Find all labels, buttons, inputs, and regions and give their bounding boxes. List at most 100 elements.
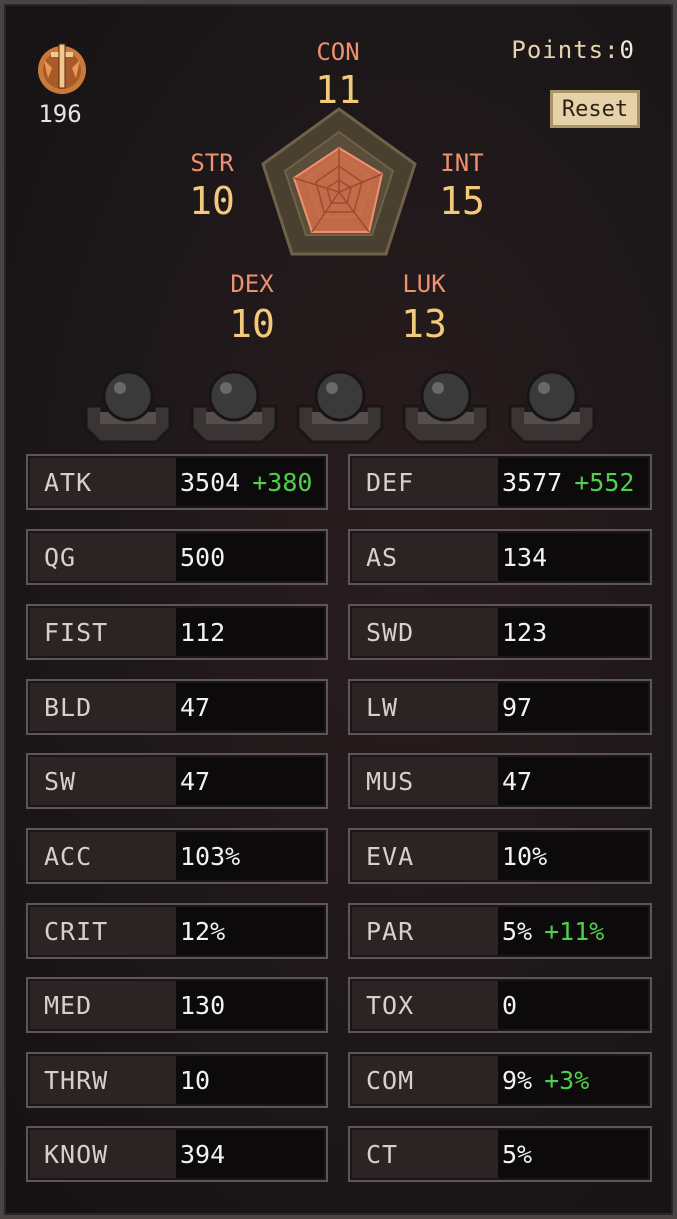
- stat-value-cell: 3504 +380: [176, 458, 324, 506]
- stat-row-ct: CT 5%: [348, 1126, 652, 1182]
- stat-value: 10: [180, 1065, 211, 1095]
- stat-row-thrw: THRW 10: [26, 1052, 328, 1108]
- attr-str-value: 10: [189, 179, 235, 223]
- orb-slot-icon[interactable]: [188, 362, 280, 446]
- stat-value: 103%: [180, 841, 241, 871]
- stat-row-atk: ATK 3504 +380: [26, 454, 328, 510]
- stat-row-bld: BLD 47: [26, 679, 328, 735]
- stat-value: 500: [180, 542, 226, 572]
- stat-label: DEF: [366, 467, 415, 497]
- stat-label: LW: [366, 692, 399, 722]
- stat-value-cell: 47: [176, 757, 324, 805]
- stat-value: 97: [502, 692, 533, 722]
- stat-value: 3504: [180, 467, 241, 497]
- stat-value: 112: [180, 617, 226, 647]
- stat-value: 394: [180, 1139, 226, 1169]
- reset-button[interactable]: Reset: [550, 90, 640, 128]
- stat-value: 47: [180, 692, 211, 722]
- attr-dex-label: DEX: [230, 270, 274, 298]
- stat-value-cell: 500: [176, 533, 324, 581]
- stat-value: 12%: [180, 916, 226, 946]
- stat-label: SW: [44, 766, 77, 796]
- stat-row-tox: TOX 0: [348, 977, 652, 1033]
- stat-value-cell: 3577 +552: [498, 458, 648, 506]
- stat-label: MUS: [366, 766, 415, 796]
- stat-value-cell: 47: [176, 683, 324, 731]
- stat-label: EVA: [366, 841, 415, 871]
- stat-value-cell: 5%: [498, 1130, 648, 1178]
- stat-value: 0: [502, 990, 518, 1020]
- attr-int-value: 15: [439, 179, 485, 223]
- stat-value-cell: 47: [498, 757, 648, 805]
- stat-value-cell: 130: [176, 981, 324, 1029]
- stat-row-com: COM 9% +3%: [348, 1052, 652, 1108]
- stat-value-cell: 97: [498, 683, 648, 731]
- stat-value-cell: 134: [498, 533, 648, 581]
- stat-row-as: AS 134: [348, 529, 652, 585]
- stat-label: KNOW: [44, 1139, 109, 1169]
- stat-label: MED: [44, 990, 93, 1020]
- points-label: Points:: [511, 36, 620, 64]
- attr-dex-value: 10: [229, 302, 275, 346]
- stat-row-def: DEF 3577 +552: [348, 454, 652, 510]
- stat-row-fist: FIST 112: [26, 604, 328, 660]
- stat-value: 3577: [502, 467, 563, 497]
- stat-row-crit: CRIT 12%: [26, 903, 328, 959]
- stat-value-cell: 12%: [176, 907, 324, 955]
- character-stats-panel: 196 Points:0 Reset CON 11 STR 10 INT 15 …: [0, 0, 677, 1219]
- stat-label: CRIT: [44, 916, 109, 946]
- stat-value-cell: 9% +3%: [498, 1056, 648, 1104]
- stat-value: 5%: [502, 1139, 533, 1169]
- stat-label: ATK: [44, 467, 93, 497]
- stat-row-qg: QG 500: [26, 529, 328, 585]
- stat-row-par: PAR 5% +11%: [348, 903, 652, 959]
- stat-row-sw: SW 47: [26, 753, 328, 809]
- orb-slot-icon[interactable]: [82, 362, 174, 446]
- stat-label: SWD: [366, 617, 415, 647]
- stat-label: THRW: [44, 1065, 109, 1095]
- points-display: Points:0: [511, 36, 635, 64]
- stat-value: 5%: [502, 916, 533, 946]
- stat-value: 47: [502, 766, 533, 796]
- character-level: 196: [38, 100, 82, 128]
- stat-label: CT: [366, 1139, 399, 1169]
- stat-row-swd: SWD 123: [348, 604, 652, 660]
- stat-value: 9%: [502, 1065, 533, 1095]
- attr-con-label: CON: [316, 38, 360, 66]
- stat-value: 130: [180, 990, 226, 1020]
- attr-str-label: STR: [190, 149, 234, 177]
- stat-value-cell: 123: [498, 608, 648, 656]
- attribute-radar-chart: [261, 107, 417, 256]
- stat-row-acc: ACC 103%: [26, 828, 328, 884]
- stat-bonus: +552: [574, 467, 635, 497]
- stat-value-cell: 10%: [498, 832, 648, 880]
- points-value: 0: [619, 36, 635, 64]
- orb-slot-icon[interactable]: [506, 362, 598, 446]
- stat-label: TOX: [366, 990, 415, 1020]
- attr-luk-label: LUK: [402, 270, 446, 298]
- stat-row-mus: MUS 47: [348, 753, 652, 809]
- stat-label: COM: [366, 1065, 415, 1095]
- stat-row-know: KNOW 394: [26, 1126, 328, 1182]
- stat-row-lw: LW 97: [348, 679, 652, 735]
- stat-row-med: MED 130: [26, 977, 328, 1033]
- stat-bonus: +3%: [544, 1065, 590, 1095]
- stat-value-cell: 394: [176, 1130, 324, 1178]
- stat-value-cell: 10: [176, 1056, 324, 1104]
- stat-value-cell: 103%: [176, 832, 324, 880]
- stat-label: PAR: [366, 916, 415, 946]
- stat-label: ACC: [44, 841, 93, 871]
- stat-value: 10%: [502, 841, 548, 871]
- attr-int-label: INT: [440, 149, 484, 177]
- stat-value: 123: [502, 617, 548, 647]
- stat-bonus: +11%: [544, 916, 605, 946]
- orb-slot-icon[interactable]: [294, 362, 386, 446]
- stat-label: QG: [44, 542, 77, 572]
- orb-slot-icon[interactable]: [400, 362, 492, 446]
- stat-value: 47: [180, 766, 211, 796]
- stat-bonus: +380: [252, 467, 313, 497]
- stat-label: AS: [366, 542, 399, 572]
- stat-value-cell: 5% +11%: [498, 907, 648, 955]
- stat-label: BLD: [44, 692, 93, 722]
- stat-label: FIST: [44, 617, 109, 647]
